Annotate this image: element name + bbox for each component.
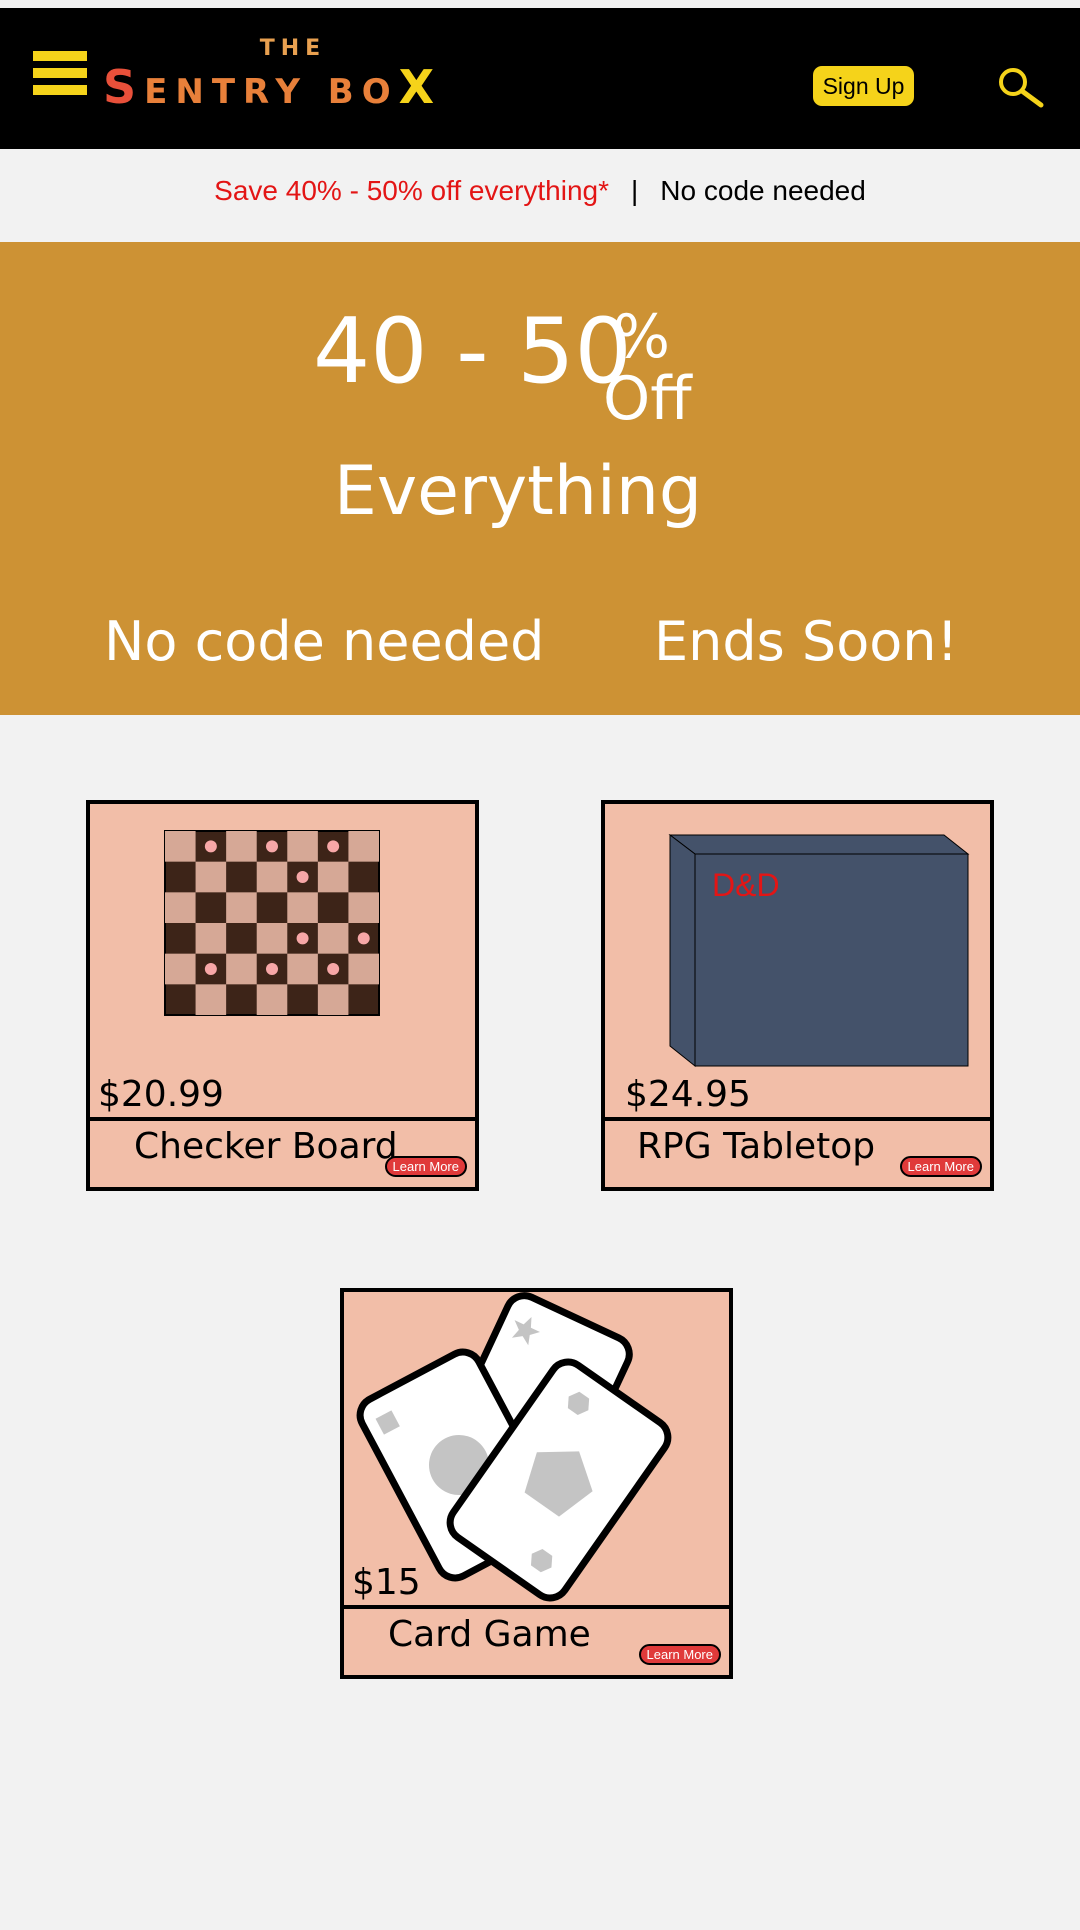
learn-more-button[interactable]: Learn More [384,1156,467,1177]
hero-no-code: No code needed [104,610,545,673]
product-title: Card Game [388,1614,591,1655]
promo-offer-link[interactable]: Save 40% - 50% off everything* [214,175,609,206]
promo-bar: Save 40% - 50% off everything* | No code n… [0,149,1080,242]
product-price: $15 [352,1562,421,1603]
search-icon[interactable] [996,66,1044,108]
product-title: Checker Board [134,1126,398,1167]
card-divider [605,1117,990,1121]
hero-off: Off [603,364,692,434]
product-card-checker-board[interactable]: $20.99 Checker Board Learn More [86,800,479,1191]
product-card-card-game[interactable]: $15 Card Game Learn More [340,1288,733,1679]
box-label: D&D [712,867,780,903]
sale-hero-banner[interactable]: 40 - 50 % Off Everything No code needed … [0,242,1080,715]
checker-board-image [164,830,380,1016]
hero-discount-range: 40 - 50 [313,299,632,404]
product-title: RPG Tabletop [637,1126,876,1167]
rpg-box-image: D&D [668,833,970,1068]
playing-cards-image [356,1292,672,1602]
hero-everything: Everything [333,452,703,531]
top-strip [0,0,1080,8]
menu-icon[interactable] [33,51,87,101]
site-logo[interactable]: THE SENTRY BOX [103,36,483,114]
site-header: THE SENTRY BOX Sign Up [0,8,1080,149]
product-price: $24.95 [625,1074,751,1115]
card-divider [344,1605,729,1609]
sign-up-button[interactable]: Sign Up [813,66,914,106]
hero-ends-soon: Ends Soon! [654,610,959,673]
hero-percent: % [613,302,671,372]
promo-note: No code needed [660,175,866,206]
learn-more-button[interactable]: Learn More [899,1156,982,1177]
product-card-rpg-tabletop[interactable]: D&D $24.95 RPG Tabletop Learn More [601,800,994,1191]
product-price: $20.99 [98,1074,224,1115]
logo-the: THE [259,36,327,61]
learn-more-button[interactable]: Learn More [638,1644,721,1665]
promo-separator: | [631,175,639,206]
logo-name: SENTRY BOX [103,60,443,114]
card-divider [90,1117,475,1121]
